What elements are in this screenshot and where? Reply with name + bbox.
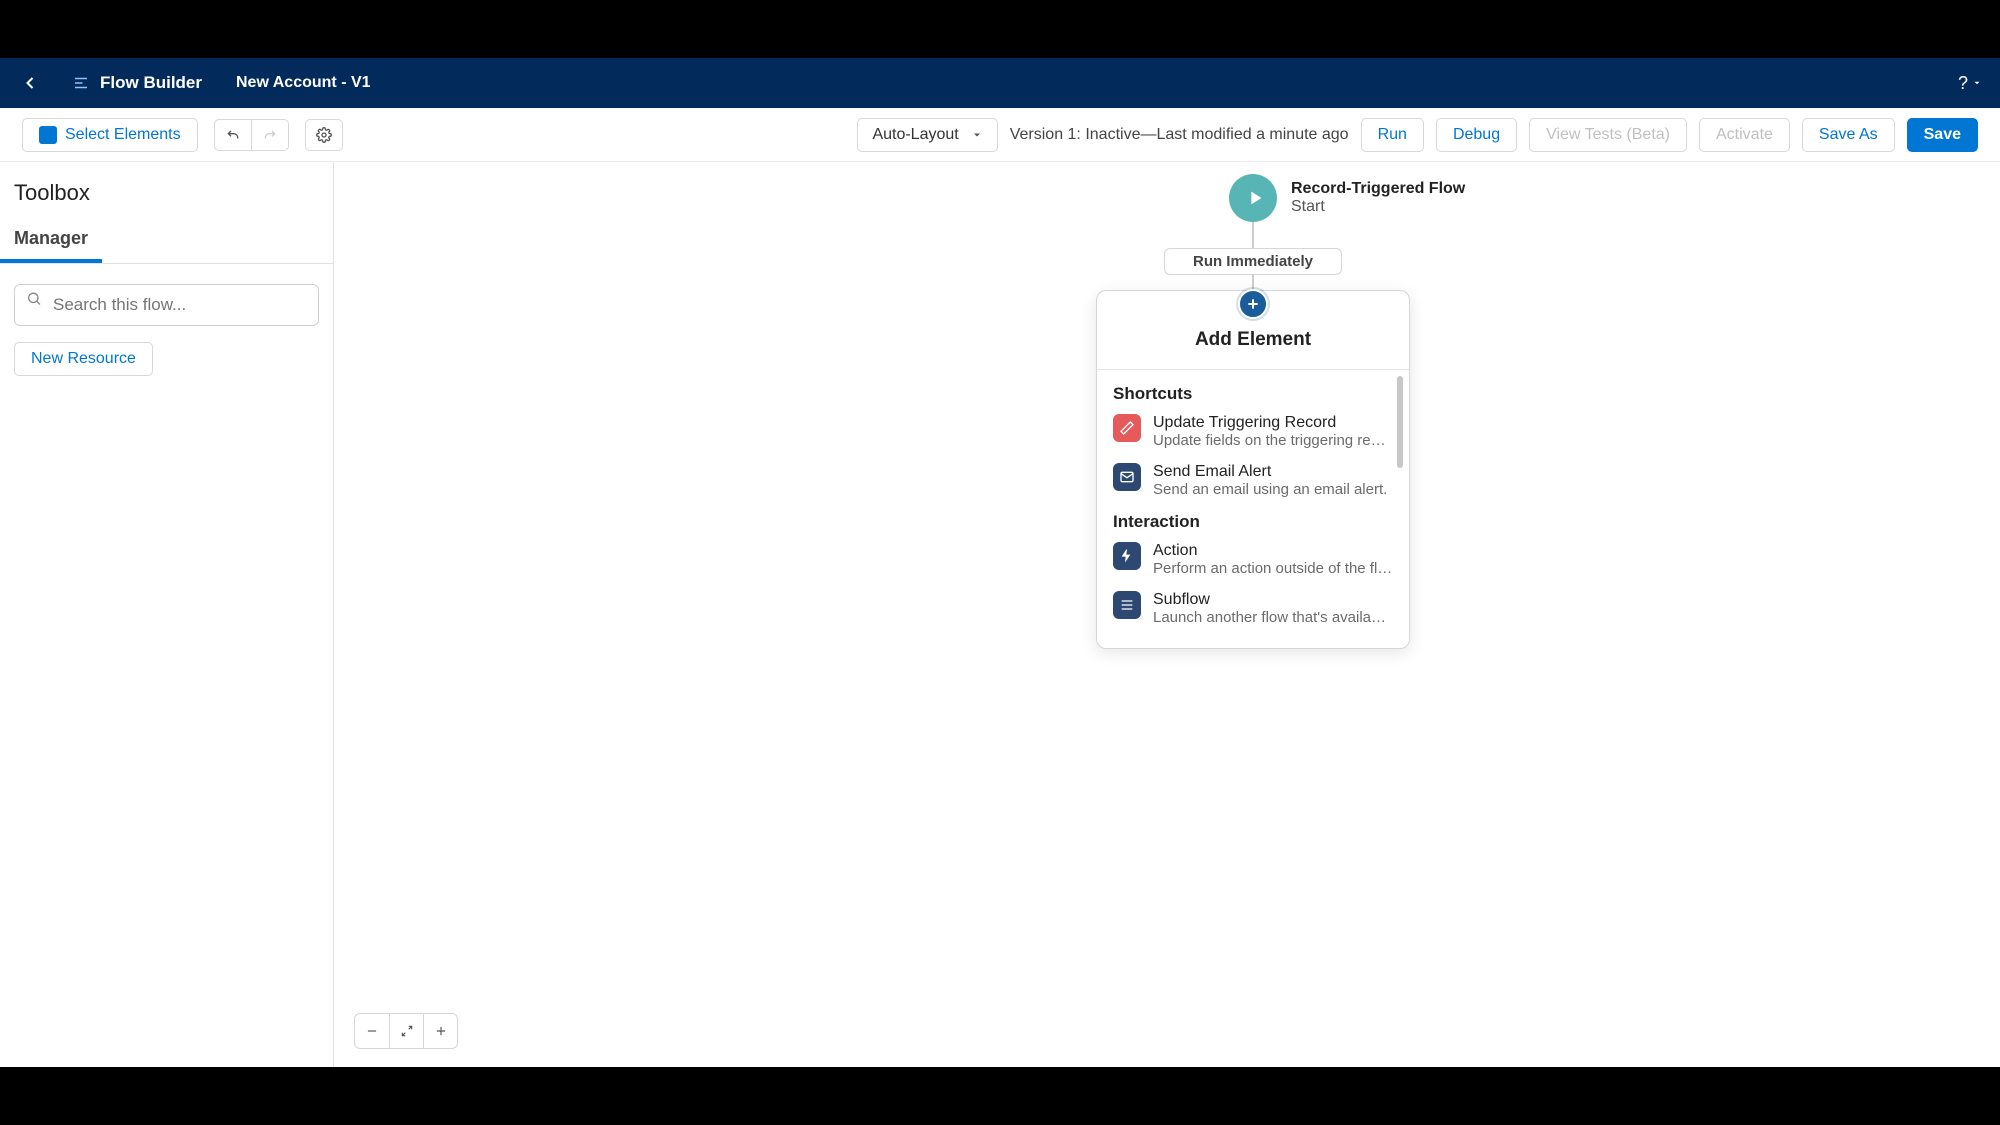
item-desc: Perform an action outside of the flow. .…	[1153, 560, 1393, 577]
back-button[interactable]	[18, 71, 42, 95]
undo-button[interactable]	[214, 119, 252, 151]
search-input[interactable]	[14, 284, 319, 326]
item-title: Update Triggering Record	[1153, 414, 1393, 432]
debug-button[interactable]: Debug	[1436, 118, 1517, 152]
zoom-in-button[interactable]	[423, 1014, 457, 1048]
plus-icon	[1245, 296, 1261, 312]
select-elements-button[interactable]: Select Elements	[22, 118, 198, 152]
fit-icon	[400, 1024, 414, 1038]
zoom-fit-button[interactable]	[389, 1014, 423, 1048]
section-interaction: Interaction	[1113, 512, 1393, 532]
start-node-subtitle: Start	[1291, 198, 1465, 216]
toolbar: Select Elements Auto-Layout Version 1: I…	[0, 108, 2000, 162]
zoom-controls	[354, 1013, 458, 1049]
scrollbar[interactable]	[1397, 376, 1403, 468]
undo-redo-group	[214, 119, 289, 151]
add-element-popover: Add Element Shortcuts Update Triggering …	[1096, 290, 1410, 649]
plus-icon	[434, 1024, 448, 1038]
minus-icon	[365, 1024, 379, 1038]
email-icon	[1113, 463, 1141, 491]
item-title: Action	[1153, 542, 1393, 560]
select-elements-icon	[39, 126, 57, 144]
toolbox-title: Toolbox	[0, 162, 333, 218]
sidebar: Toolbox Manager New Resource	[0, 162, 334, 1067]
help-icon: ?	[1958, 73, 1968, 94]
layout-mode-dropdown[interactable]: Auto-Layout	[857, 118, 997, 152]
help-menu[interactable]: ?	[1958, 73, 1982, 94]
action-icon	[1113, 542, 1141, 570]
caret-down-icon	[1972, 78, 1982, 88]
item-title: Subflow	[1153, 591, 1393, 609]
flow-builder-icon	[72, 74, 90, 92]
activate-button[interactable]: Activate	[1699, 118, 1790, 152]
item-send-email-alert[interactable]: Send Email Alert Send an email using an …	[1113, 463, 1393, 498]
update-record-icon	[1113, 414, 1141, 442]
gear-icon	[316, 127, 332, 143]
layout-mode-label: Auto-Layout	[872, 126, 958, 144]
start-node[interactable]: Record-Triggered Flow Start	[1229, 174, 1465, 222]
item-subflow[interactable]: Subflow Launch another flow that's avail…	[1113, 591, 1393, 626]
flow-name: New Account - V1	[236, 74, 371, 92]
view-tests-button[interactable]: View Tests (Beta)	[1529, 118, 1687, 152]
play-icon	[1229, 174, 1277, 222]
canvas[interactable]: Record-Triggered Flow Start Run Immediat…	[334, 162, 2000, 1067]
section-shortcuts: Shortcuts	[1113, 384, 1393, 404]
connector-line	[1252, 222, 1254, 250]
arrow-left-icon	[20, 73, 40, 93]
save-button[interactable]: Save	[1907, 118, 1978, 152]
redo-button[interactable]	[252, 119, 289, 151]
item-desc: Update fields on the triggering record.	[1153, 432, 1393, 449]
new-resource-button[interactable]: New Resource	[14, 342, 153, 376]
settings-button[interactable]	[305, 119, 343, 151]
app-nav: Flow Builder New Account - V1 ?	[0, 58, 2000, 108]
start-node-title: Record-Triggered Flow	[1291, 180, 1465, 198]
run-immediately-pill[interactable]: Run Immediately	[1164, 248, 1342, 275]
save-as-button[interactable]: Save As	[1802, 118, 1895, 152]
search-icon	[26, 291, 42, 312]
item-action[interactable]: Action Perform an action outside of the …	[1113, 542, 1393, 577]
item-desc: Send an email using an email alert.	[1153, 481, 1387, 498]
select-elements-label: Select Elements	[65, 126, 181, 144]
caret-down-icon	[971, 129, 983, 141]
app-title: Flow Builder	[100, 73, 202, 93]
item-title: Send Email Alert	[1153, 463, 1387, 481]
item-update-triggering-record[interactable]: Update Triggering Record Update fields o…	[1113, 414, 1393, 449]
redo-icon	[262, 127, 278, 143]
tab-manager[interactable]: Manager	[0, 218, 102, 263]
version-status: Version 1: Inactive—Last modified a minu…	[1010, 126, 1349, 144]
add-element-button[interactable]	[1238, 289, 1268, 319]
undo-icon	[225, 127, 241, 143]
zoom-out-button[interactable]	[355, 1014, 389, 1048]
item-desc: Launch another flow that's available in.…	[1153, 609, 1393, 626]
run-button[interactable]: Run	[1361, 118, 1424, 152]
subflow-icon	[1113, 591, 1141, 619]
